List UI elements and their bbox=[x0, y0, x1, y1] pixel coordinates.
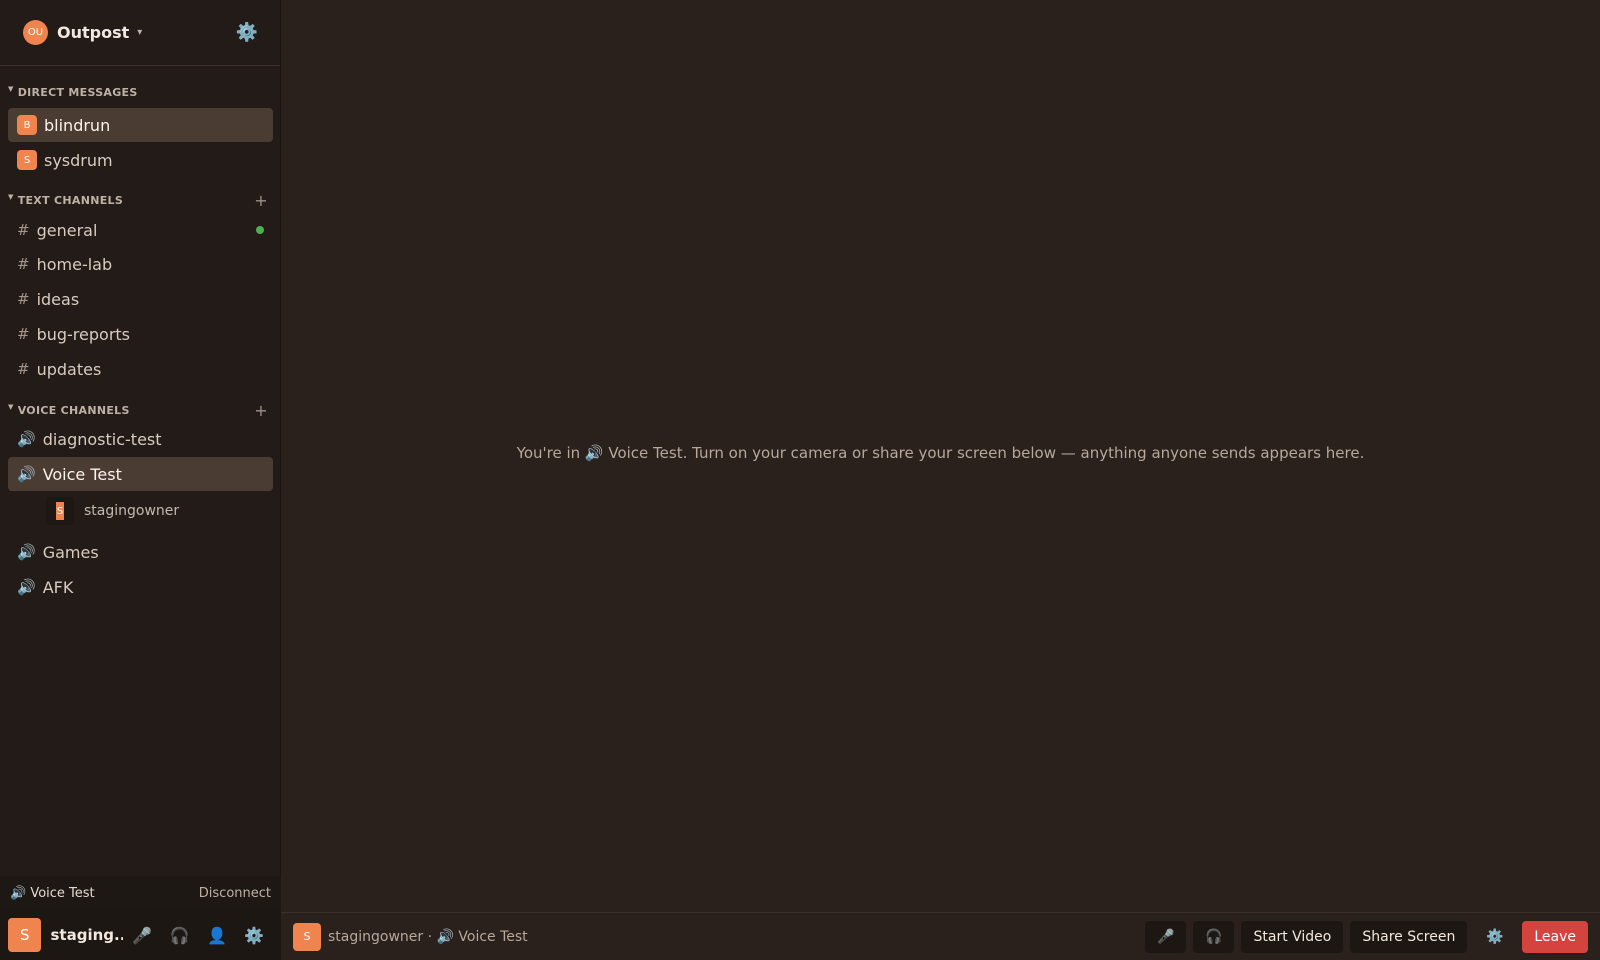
hash-icon: # bbox=[17, 360, 30, 378]
channel-name: bug-reports bbox=[36, 324, 131, 344]
channel-item-home-lab[interactable]: # home-lab bbox=[8, 247, 273, 281]
empty-state-message: You're in 🔊 Voice Test. Turn on your cam… bbox=[516, 444, 1365, 462]
call-settings-button[interactable]: ⚙️ bbox=[1474, 920, 1516, 953]
hash-icon: # bbox=[17, 290, 30, 308]
voice-connection-status: 🔊 Voice Test Disconnect bbox=[0, 876, 281, 910]
collapse-triangle-icon[interactable]: ▼ bbox=[8, 85, 14, 93]
hash-icon: # bbox=[17, 221, 30, 239]
voice-stage: You're in 🔊 Voice Test. Turn on your cam… bbox=[281, 0, 1600, 960]
hash-icon: # bbox=[17, 255, 30, 273]
call-controls: 🎤 🎧 Start Video Share Screen ⚙️ Leave bbox=[1145, 920, 1588, 953]
speaker-icon: 🔊 bbox=[17, 430, 36, 448]
voice-channel-diagnostic-test[interactable]: 🔊 diagnostic-test bbox=[8, 422, 273, 456]
headphones-icon: 🎧 bbox=[1205, 928, 1223, 945]
dm-name: blindrun bbox=[44, 115, 111, 135]
channel-sidebar: OU Outpost ▾ ⚙️ ▼ DIRECT MESSAGES B blin… bbox=[0, 0, 281, 960]
gear-icon[interactable]: ⚙️ bbox=[236, 22, 258, 43]
section-title: TEXT CHANNELS bbox=[17, 194, 124, 207]
collapse-triangle-icon[interactable]: ▼ bbox=[8, 193, 14, 201]
gear-icon: ⚙️ bbox=[1486, 928, 1504, 945]
mute-button[interactable]: 🎤 bbox=[1145, 920, 1187, 953]
dm-item-sysdrum[interactable]: S sysdrum bbox=[8, 143, 273, 177]
channel-name: ideas bbox=[36, 289, 80, 309]
call-status: stagingowner · 🔊 Voice Test bbox=[328, 928, 528, 945]
username[interactable]: staging... bbox=[50, 926, 123, 944]
leave-button[interactable]: Leave bbox=[1522, 920, 1588, 953]
headphones-icon[interactable]: 🎧 bbox=[161, 926, 198, 945]
deafen-button[interactable]: 🎧 bbox=[1193, 920, 1235, 953]
mic-icon: 🎤 bbox=[1157, 928, 1175, 945]
connected-channel: 🔊 Voice Test bbox=[10, 885, 95, 901]
user-panel: S staging... 🎤 🎧 👤 ⚙️ bbox=[0, 910, 281, 960]
section-title: VOICE CHANNELS bbox=[17, 404, 130, 417]
add-text-channel-button[interactable]: + bbox=[254, 191, 268, 210]
section-direct-messages[interactable]: ▼ DIRECT MESSAGES bbox=[0, 85, 280, 100]
user-icon[interactable]: 👤 bbox=[198, 926, 235, 945]
section-title: DIRECT MESSAGES bbox=[17, 86, 138, 99]
voice-channel-games[interactable]: 🔊 Games bbox=[8, 535, 273, 569]
channel-name: Games bbox=[42, 542, 99, 562]
server-name[interactable]: Outpost bbox=[57, 23, 129, 42]
channel-name: diagnostic-test bbox=[42, 429, 162, 449]
server-avatar: OU bbox=[23, 20, 48, 45]
server-header[interactable]: OU Outpost ▾ ⚙️ bbox=[0, 0, 280, 66]
section-text-channels[interactable]: ▼ TEXT CHANNELS + bbox=[0, 191, 280, 210]
channel-item-bug-reports[interactable]: # bug-reports bbox=[8, 317, 273, 351]
unread-indicator bbox=[256, 226, 264, 234]
call-control-bar: S stagingowner · 🔊 Voice Test 🎤 🎧 Start … bbox=[281, 912, 1600, 960]
participant-name: stagingowner bbox=[84, 503, 180, 519]
speaker-icon: 🔊 bbox=[17, 578, 36, 596]
channel-item-general[interactable]: # general bbox=[8, 213, 273, 247]
speaker-icon: 🔊 bbox=[17, 465, 36, 483]
speaker-icon: 🔊 bbox=[17, 543, 36, 561]
channel-name: updates bbox=[36, 359, 102, 379]
avatar: S bbox=[293, 922, 321, 951]
share-screen-button[interactable]: Share Screen bbox=[1350, 920, 1468, 953]
channel-item-updates[interactable]: # updates bbox=[8, 352, 273, 386]
dm-item-blindrun[interactable]: B blindrun bbox=[8, 108, 273, 142]
channel-name: home-lab bbox=[36, 254, 113, 274]
channel-name: Voice Test bbox=[42, 464, 122, 484]
voice-participant[interactable]: S stagingowner bbox=[46, 497, 179, 525]
add-voice-channel-button[interactable]: + bbox=[254, 401, 268, 420]
voice-channel-voice-test[interactable]: 🔊 Voice Test bbox=[8, 457, 273, 491]
start-video-button[interactable]: Start Video bbox=[1241, 920, 1344, 953]
avatar: S bbox=[46, 497, 74, 525]
hash-icon: # bbox=[17, 325, 30, 343]
disconnect-button[interactable]: Disconnect bbox=[199, 886, 271, 901]
gear-icon[interactable]: ⚙️ bbox=[236, 926, 273, 945]
channel-item-ideas[interactable]: # ideas bbox=[8, 282, 273, 316]
section-voice-channels[interactable]: ▼ VOICE CHANNELS + bbox=[0, 401, 280, 420]
avatar: B bbox=[17, 115, 37, 135]
dm-name: sysdrum bbox=[44, 150, 113, 170]
channel-name: general bbox=[36, 220, 98, 240]
mic-icon[interactable]: 🎤 bbox=[123, 926, 160, 945]
voice-channel-afk[interactable]: 🔊 AFK bbox=[8, 570, 273, 604]
avatar[interactable]: S bbox=[8, 918, 42, 952]
collapse-triangle-icon[interactable]: ▼ bbox=[8, 403, 14, 411]
chevron-down-icon[interactable]: ▾ bbox=[137, 27, 142, 38]
avatar: S bbox=[17, 150, 37, 170]
channel-name: AFK bbox=[42, 577, 74, 597]
